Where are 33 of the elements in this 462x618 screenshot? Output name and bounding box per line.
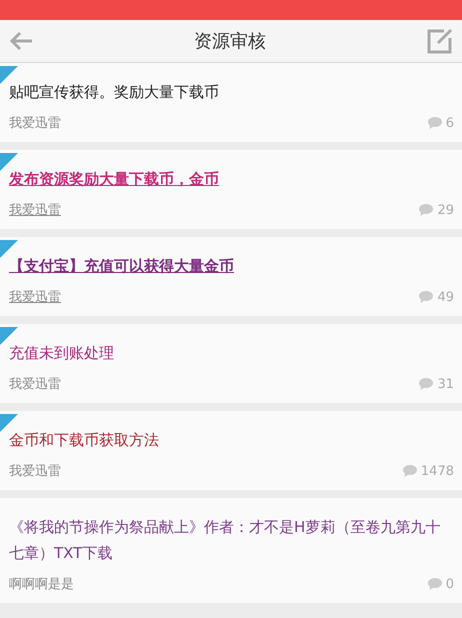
comment-icon: [428, 117, 442, 129]
page-title: 资源审核: [194, 30, 266, 53]
comment-count: 29: [437, 202, 454, 218]
author-name[interactable]: 我爱迅雷: [9, 201, 61, 219]
comment-icon: [428, 578, 442, 590]
post-card[interactable]: 充值未到账处理 我爱迅雷 31: [0, 324, 462, 403]
back-button[interactable]: [8, 30, 34, 52]
author-name[interactable]: 啊啊啊是是: [9, 575, 74, 593]
comment-count: 49: [437, 290, 454, 304]
author-name[interactable]: 我爱迅雷: [9, 375, 61, 393]
comment-icon: [419, 378, 434, 390]
comment-count: 6: [446, 116, 454, 130]
author-name[interactable]: 我爱迅雷: [9, 462, 61, 480]
post-card[interactable]: 【支付宝】充值可以获得大量金币 我爱迅雷 49: [0, 237, 462, 316]
post-card[interactable]: 《将我的节操作为祭品献上》作者：才不是H萝莉（至卷九第九十七章）TXT下载 啊啊啊是是 0: [0, 498, 462, 603]
comment-count: 0: [446, 576, 454, 592]
post-title[interactable]: 贴吧宣传获得。奖励大量下载币: [9, 79, 454, 105]
comment-icon: [419, 291, 434, 303]
comment-icon: [402, 465, 417, 477]
post-title[interactable]: 充值未到账处理: [9, 340, 454, 366]
post-title[interactable]: 【支付宝】充值可以获得大量金币: [9, 253, 454, 279]
post-card[interactable]: 金币和下载币获取方法 我爱迅雷 1478: [0, 411, 462, 490]
author-name[interactable]: 我爱迅雷: [9, 114, 61, 132]
post-card[interactable]: 贴吧宣传获得。奖励大量下载币 我爱迅雷 6: [0, 63, 462, 142]
compose-button[interactable]: [426, 28, 454, 54]
comment-icon: [419, 204, 434, 216]
post-title[interactable]: 发布资源奖励大量下载币，金币: [9, 166, 454, 192]
post-title[interactable]: 《将我的节操作为祭品献上》作者：才不是H萝莉（至卷九第九十七章）TXT下载: [9, 514, 454, 566]
post-title[interactable]: 金币和下载币获取方法: [9, 427, 454, 453]
post-card[interactable]: 发布资源奖励大量下载币，金币 我爱迅雷 29: [0, 150, 462, 229]
author-name[interactable]: 我爱迅雷: [9, 288, 61, 306]
comment-count: 1478: [420, 464, 454, 478]
comment-count: 31: [437, 376, 454, 392]
